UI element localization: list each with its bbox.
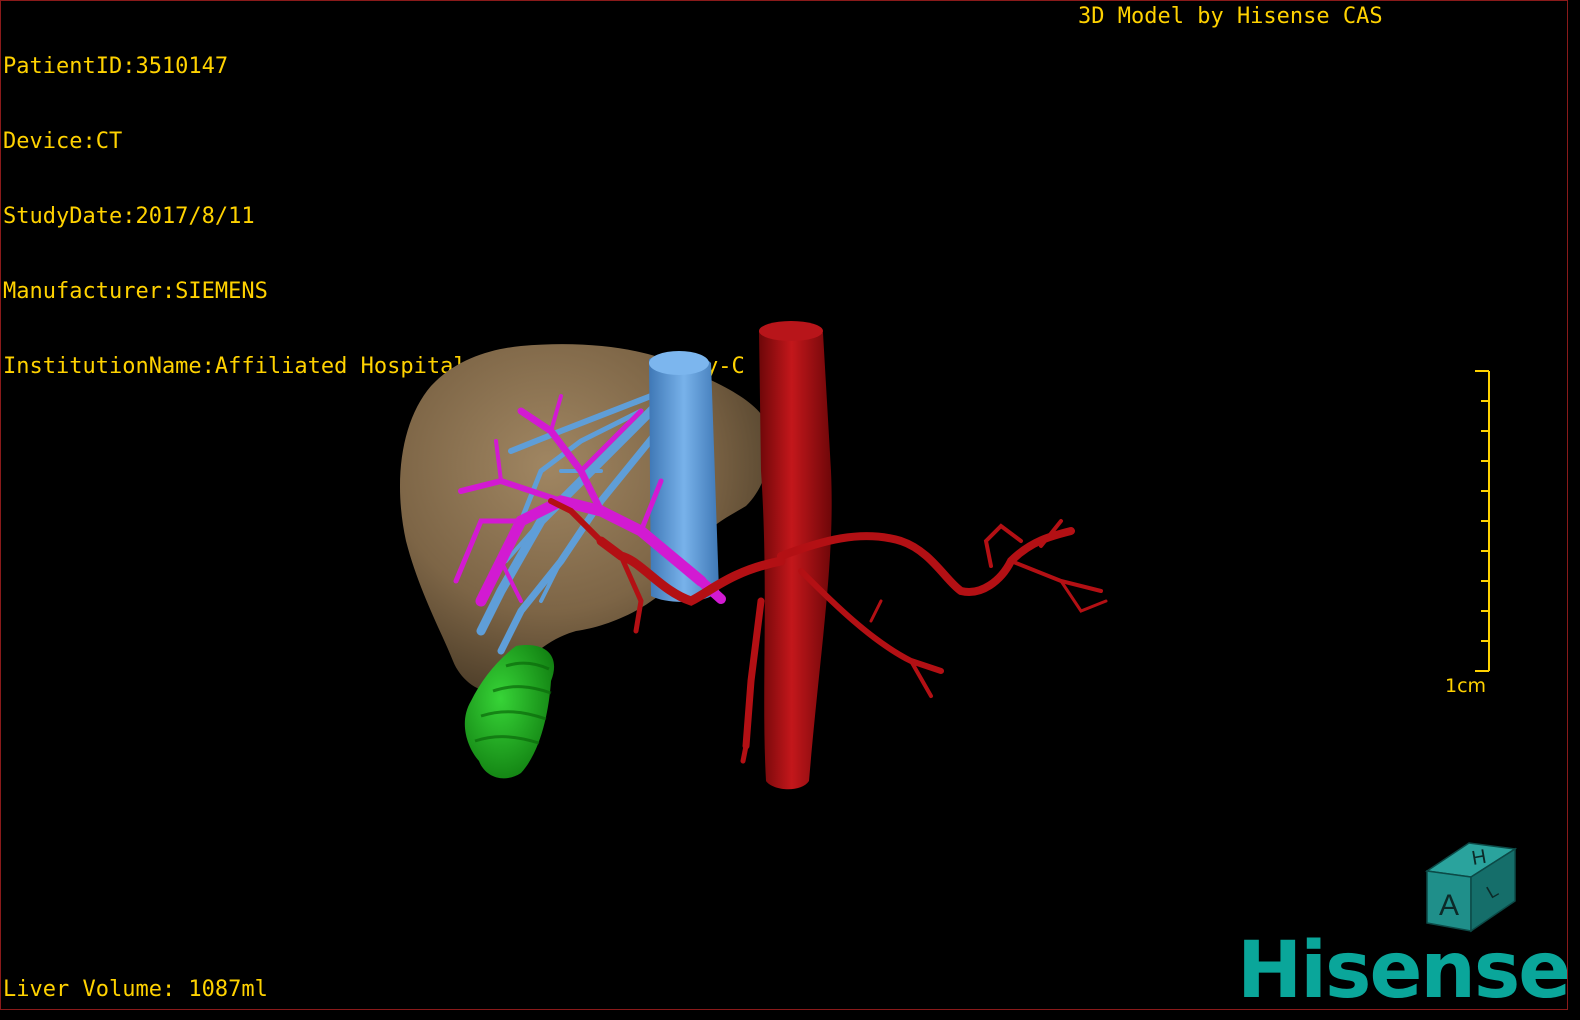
aorta[interactable] — [759, 324, 832, 790]
scale-bar — [1475, 370, 1490, 672]
orientation-cube[interactable]: H A L — [1419, 837, 1523, 937]
hisense-logo: Hisense — [1237, 926, 1568, 1010]
ivc-top — [649, 351, 709, 375]
aorta-top — [759, 321, 823, 341]
3d-viewport[interactable]: PatientID:3510147 Device:CT StudyDate:20… — [0, 0, 1568, 1010]
liver-volume: Liver Volume: 1087ml — [3, 977, 268, 1002]
liver-3d-model[interactable] — [1, 1, 1568, 1010]
cube-front-label: A — [1439, 889, 1459, 922]
scale-bar-label: 1cm — [1445, 675, 1487, 697]
